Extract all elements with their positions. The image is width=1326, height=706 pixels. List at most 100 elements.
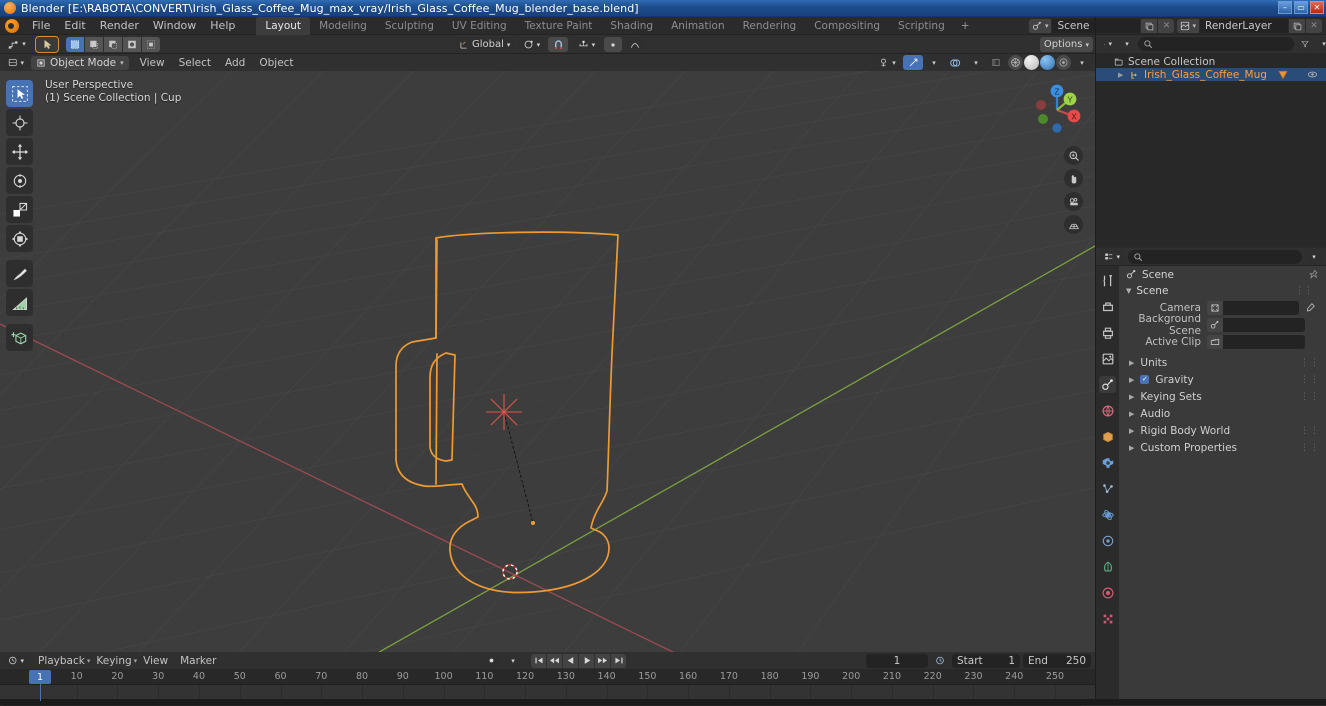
tab-shading[interactable]: Shading (601, 17, 662, 35)
tweak-tool-icon[interactable] (36, 37, 58, 52)
shading-solid-button[interactable] (1024, 55, 1039, 70)
timeline-menu-playback[interactable]: Playback (32, 654, 91, 668)
pivot-point-selector[interactable]: ▾ (518, 37, 544, 52)
new-view-layer-button[interactable] (1289, 19, 1305, 33)
scene-tab[interactable] (1099, 376, 1116, 393)
section-keying-sets[interactable]: ▶ Keying Sets ⋮⋮ (1119, 388, 1326, 405)
tab-texture-paint[interactable]: Texture Paint (516, 17, 602, 35)
select-extend-button[interactable] (85, 37, 103, 52)
outliner-search-field[interactable] (1157, 39, 1289, 50)
eyedropper-icon[interactable] (1305, 302, 1319, 313)
tab-scripting[interactable]: Scripting (889, 17, 954, 35)
gizmo-toggle-icon[interactable] (903, 55, 923, 70)
eye-icon[interactable] (1307, 69, 1318, 80)
shading-dropdown-icon[interactable]: ▾ (1074, 55, 1090, 70)
chevron-right-icon[interactable]: ▶ (1118, 71, 1126, 79)
annotate-tool[interactable] (6, 260, 33, 287)
shading-rendered-button[interactable] (1056, 55, 1071, 70)
world-tab[interactable] (1099, 402, 1116, 419)
constraints-tab[interactable] (1099, 532, 1116, 549)
visibility-selector[interactable]: ▾ (874, 55, 900, 70)
frame-start-field[interactable]: Start 1 (952, 654, 1020, 668)
3d-viewport[interactable]: ▾ Object Mode ▾ View Select Add Object ▾… (0, 54, 1095, 652)
measure-tool[interactable] (6, 289, 33, 316)
add-workspace-tab[interactable]: + (954, 17, 977, 35)
properties-search-field[interactable] (1147, 251, 1297, 262)
properties-editor-type-icon[interactable]: ▾ (1100, 249, 1124, 264)
camera-icon[interactable] (1064, 192, 1083, 211)
shading-wireframe-button[interactable] (1008, 55, 1023, 70)
shading-material-preview-button[interactable] (1040, 55, 1055, 70)
xray-toggle-icon[interactable] (987, 55, 1005, 70)
viewport-menu-add[interactable]: Add (218, 56, 252, 70)
timeline-ruler[interactable]: 1020304050607080901001101201301401501601… (0, 669, 1095, 685)
render-tab[interactable] (1099, 298, 1116, 315)
grid-perspective-icon[interactable] (1064, 215, 1083, 234)
background-scene-value[interactable] (1223, 318, 1305, 332)
remove-scene-button[interactable]: ✕ (1158, 19, 1174, 33)
move-tool[interactable] (6, 138, 33, 165)
select-box-tool[interactable] (6, 80, 33, 107)
transform-tool[interactable] (6, 225, 33, 252)
minimize-button[interactable]: – (1278, 1, 1292, 14)
view-layer-tab[interactable] (1099, 350, 1116, 367)
camera-value[interactable] (1223, 301, 1299, 315)
jump-to-end-button[interactable] (611, 654, 626, 668)
timeline-track-area[interactable] (0, 685, 1095, 700)
record-dropdown-icon[interactable]: ▾ (505, 653, 521, 668)
gizmo-dropdown-icon[interactable]: ▾ (926, 55, 942, 70)
tab-modeling[interactable]: Modeling (310, 17, 376, 35)
pin-icon[interactable] (1308, 269, 1319, 280)
magnet-icon[interactable] (548, 37, 568, 52)
playhead-frame-indicator[interactable]: 1 (29, 670, 51, 684)
new-scene-button[interactable] (1141, 19, 1157, 33)
material-tab[interactable] (1099, 584, 1116, 601)
scene-name[interactable]: Scene (1052, 19, 1140, 33)
viewport-menu-select[interactable]: Select (172, 56, 218, 70)
outliner-search-input[interactable] (1138, 37, 1294, 51)
scene-selector[interactable]: ▾ Scene ✕ (1029, 19, 1175, 33)
select-invert-button[interactable] (123, 37, 141, 52)
tool-tab[interactable] (1099, 272, 1116, 289)
frame-end-field[interactable]: End 250 (1023, 654, 1091, 668)
modifier-tab[interactable] (1099, 454, 1116, 471)
record-icon[interactable] (480, 653, 502, 668)
outliner-filter-dropdown-icon[interactable]: ▾ (1119, 37, 1135, 52)
camera-input[interactable] (1207, 301, 1299, 315)
timeline-editor-type-icon[interactable]: ▾ (4, 653, 28, 668)
menu-file[interactable]: File (25, 17, 57, 34)
previous-keyframe-button[interactable] (547, 654, 562, 668)
timeline-menu-view[interactable]: View (137, 654, 174, 668)
filter-dropdown-icon[interactable]: ▾ (1316, 37, 1326, 52)
viewport-menu-view[interactable]: View (133, 56, 172, 70)
view-layer-browse-icon[interactable]: ▾ (1177, 19, 1199, 33)
navigation-gizmo[interactable]: Z Y X (1025, 78, 1089, 142)
tab-sculpting[interactable]: Sculpting (376, 17, 443, 35)
cursor-tool[interactable] (6, 109, 33, 136)
blender-logo-icon[interactable] (5, 19, 19, 33)
outliner-row-scene-collection[interactable]: Scene Collection (1096, 55, 1326, 68)
select-set-button[interactable] (66, 37, 84, 52)
tab-uv-editing[interactable]: UV Editing (443, 17, 516, 35)
view-layer-selector[interactable]: ▾ RenderLayer ✕ (1177, 19, 1322, 33)
object-data-tab[interactable] (1099, 558, 1116, 575)
tab-rendering[interactable]: Rendering (734, 17, 806, 35)
editor-type-icon[interactable]: ▾ (4, 37, 30, 52)
tab-animation[interactable]: Animation (662, 17, 734, 35)
mesh-data-icon[interactable] (1277, 69, 1289, 81)
properties-options-dropdown-icon[interactable]: ▾ (1306, 249, 1322, 264)
zoom-icon[interactable] (1064, 146, 1083, 165)
active-clip-value[interactable] (1223, 335, 1305, 349)
particles-tab[interactable] (1099, 480, 1116, 497)
properties-search-input[interactable] (1128, 250, 1302, 264)
interaction-mode-selector[interactable]: Object Mode ▾ (31, 56, 129, 70)
viewport-menu-object[interactable]: Object (252, 56, 300, 70)
jump-to-start-button[interactable] (531, 654, 546, 668)
current-frame-field[interactable]: 1 (866, 654, 928, 668)
object-tab[interactable] (1099, 428, 1116, 445)
pan-icon[interactable] (1064, 169, 1083, 188)
scale-tool[interactable] (6, 196, 33, 223)
section-custom-properties[interactable]: ▶ Custom Properties ⋮⋮ (1119, 439, 1326, 456)
background-scene-input[interactable] (1207, 318, 1305, 332)
view-layer-name[interactable]: RenderLayer (1200, 19, 1288, 33)
